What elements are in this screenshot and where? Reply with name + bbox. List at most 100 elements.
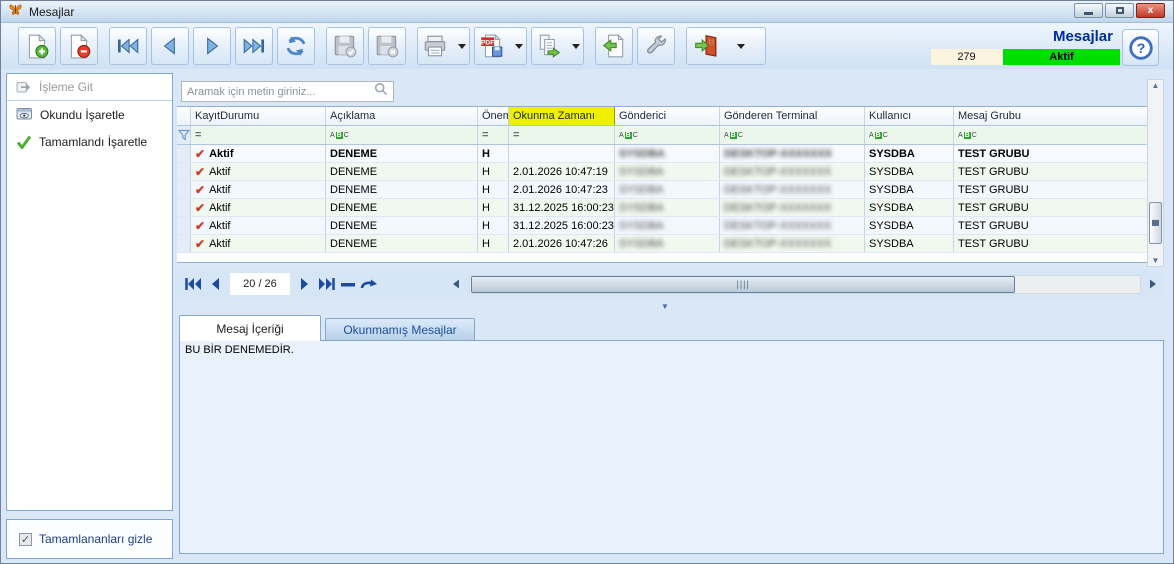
row-gutter bbox=[177, 235, 191, 252]
message-content-panel[interactable]: BU BİR DENEMEDİR. bbox=[179, 340, 1164, 554]
exit-dropdown-arrow-icon[interactable] bbox=[737, 44, 745, 49]
message-content-text: BU BİR DENEMEDİR. bbox=[185, 344, 294, 356]
column-header-message_group[interactable]: Mesaj Grubu bbox=[954, 107, 1147, 125]
table-row[interactable]: ✔AktifDENEMEH2.01.2026 10:47:19SYSDBADES… bbox=[177, 163, 1147, 181]
minimize-button[interactable] bbox=[1074, 3, 1103, 18]
row-gutter bbox=[177, 145, 191, 162]
column-header-sender[interactable]: Gönderici bbox=[615, 107, 720, 125]
column-header-user[interactable]: Kullanıcı bbox=[865, 107, 954, 125]
previous-record-button[interactable] bbox=[151, 27, 189, 65]
active-check-icon: ✔ bbox=[195, 183, 205, 197]
cancel-save-button bbox=[368, 27, 406, 65]
cell-read_time: 2.01.2026 10:47:23 bbox=[509, 181, 615, 198]
pager-previous-button[interactable] bbox=[204, 273, 225, 295]
pager-next-button[interactable] bbox=[294, 273, 315, 295]
close-button[interactable]: x bbox=[1136, 3, 1165, 18]
last-record-button[interactable] bbox=[235, 27, 273, 65]
column-header-description[interactable]: Açıklama bbox=[326, 107, 478, 125]
sidebar-item-tamamlandi-isaretle[interactable]: Tamamlandı İşaretle bbox=[7, 128, 172, 155]
search-input[interactable] bbox=[182, 86, 374, 98]
table-row[interactable]: ✔AktifDENEMEH2.01.2026 10:47:23SYSDBADES… bbox=[177, 181, 1147, 199]
cell-user: SYSDBA bbox=[865, 235, 954, 252]
pdf-dropdown-arrow-icon[interactable] bbox=[515, 44, 523, 49]
add-record-button[interactable] bbox=[18, 27, 56, 65]
text-filter-icon[interactable]: ABC bbox=[330, 132, 349, 139]
cell-description: DENEME bbox=[326, 217, 478, 234]
vertical-scroll-thumb[interactable]: ▬▬▬ bbox=[1149, 202, 1162, 244]
horizontal-scroll-thumb[interactable]: |||| bbox=[471, 276, 1015, 293]
hscroll-left-icon[interactable] bbox=[446, 273, 467, 295]
table-row[interactable]: ✔AktifDENEMEH31.12.2025 16:00:23SYSDBADE… bbox=[177, 217, 1147, 235]
pager-first-button[interactable] bbox=[183, 273, 204, 295]
exit-button[interactable] bbox=[686, 27, 766, 65]
cell-user: SYSDBA bbox=[865, 181, 954, 198]
filter-gutter[interactable] bbox=[177, 126, 191, 144]
window-controls: x bbox=[1074, 3, 1165, 18]
text-filter-icon[interactable]: ABC bbox=[724, 132, 743, 139]
filter-cell-description[interactable]: ABC bbox=[326, 126, 478, 144]
equals-filter-icon[interactable]: = bbox=[513, 129, 518, 141]
tab-okunmamis-mesajlar[interactable]: Okunmamış Mesajlar bbox=[325, 318, 475, 341]
filter-cell-user[interactable]: ABC bbox=[865, 126, 954, 144]
hide-completed-checkbox[interactable]: ✓ bbox=[19, 533, 32, 546]
print-dropdown-arrow-icon[interactable] bbox=[458, 44, 466, 49]
search-icon[interactable] bbox=[374, 82, 388, 101]
settings-button[interactable] bbox=[637, 27, 675, 65]
pdf-icon: PDF bbox=[479, 33, 505, 59]
filter-cell-sender_terminal[interactable]: ABC bbox=[720, 126, 865, 144]
pager-last-button[interactable] bbox=[316, 273, 337, 295]
filter-cell-message_group[interactable]: ABC bbox=[954, 126, 1147, 144]
filter-cell-sender[interactable]: ABC bbox=[615, 126, 720, 144]
sidebar: İşleme Git Okundu İşaretle Tamamlandı İş… bbox=[6, 73, 173, 511]
hide-completed-panel[interactable]: ✓ Tamamlananları gizle bbox=[6, 519, 173, 559]
print-button[interactable] bbox=[417, 27, 470, 65]
cell-priority: H bbox=[478, 199, 509, 216]
text-filter-icon[interactable]: ABC bbox=[958, 132, 977, 139]
cell-read_time bbox=[509, 145, 615, 162]
first-record-button[interactable] bbox=[109, 27, 147, 65]
grid-body: ✔AktifDENEMEHSYSDBADESKTOP-XXXXXXXSYSDBA… bbox=[177, 145, 1147, 253]
column-header-read_time[interactable]: Okunma Zamanı bbox=[509, 107, 615, 125]
sidebar-item-okundu-isaretle[interactable]: Okundu İşaretle bbox=[7, 101, 172, 128]
table-row[interactable]: ✔AktifDENEMEH31.12.2025 16:00:23SYSDBADE… bbox=[177, 199, 1147, 217]
equals-filter-icon[interactable]: = bbox=[195, 129, 200, 141]
export-pdf-button[interactable]: PDF bbox=[474, 27, 527, 65]
splitter-collapse-icon[interactable]: ▼ bbox=[661, 302, 669, 311]
pager-delete-button[interactable] bbox=[337, 273, 358, 295]
refresh-button[interactable] bbox=[277, 27, 315, 65]
column-header-status[interactable]: KayıtDurumu bbox=[191, 107, 326, 125]
equals-filter-icon[interactable]: = bbox=[482, 129, 487, 141]
header-gutter bbox=[177, 107, 191, 125]
cell-read_time: 31.12.2025 16:00:23 bbox=[509, 217, 615, 234]
cell-sender_terminal: DESKTOP-XXXXXXX bbox=[720, 199, 865, 216]
filter-cell-read_time[interactable]: = bbox=[509, 126, 615, 144]
cell-status: ✔Aktif bbox=[191, 199, 326, 216]
filter-cell-status[interactable]: = bbox=[191, 126, 326, 144]
scroll-down-icon[interactable]: ▼ bbox=[1148, 256, 1163, 265]
horizontal-scrollbar[interactable]: |||| bbox=[469, 275, 1140, 294]
cell-status: ✔Aktif bbox=[191, 235, 326, 252]
maximize-button[interactable] bbox=[1105, 3, 1134, 18]
cell-message_group: TEST GRUBU bbox=[954, 163, 1147, 180]
text-filter-icon[interactable]: ABC bbox=[869, 132, 888, 139]
copy-button[interactable] bbox=[531, 27, 584, 65]
cell-description: DENEME bbox=[326, 235, 478, 252]
cell-sender: SYSDBA bbox=[615, 199, 720, 216]
next-record-button[interactable] bbox=[193, 27, 231, 65]
delete-record-button[interactable] bbox=[60, 27, 98, 65]
column-header-sender_terminal[interactable]: Gönderen Terminal bbox=[720, 107, 865, 125]
pager-refresh-button[interactable] bbox=[358, 273, 379, 295]
hscroll-right-icon[interactable] bbox=[1143, 273, 1164, 295]
filter-cell-priority[interactable]: = bbox=[478, 126, 509, 144]
grid-vertical-scrollbar[interactable]: ▲ ▬▬▬ ▼ bbox=[1147, 79, 1164, 267]
text-filter-icon[interactable]: ABC bbox=[619, 132, 638, 139]
table-row[interactable]: ✔AktifDENEMEHSYSDBADESKTOP-XXXXXXXSYSDBA… bbox=[177, 145, 1147, 163]
tab-mesaj-icerigi[interactable]: Mesaj İçeriği bbox=[179, 315, 321, 341]
column-header-priority[interactable]: Önem bbox=[478, 107, 509, 125]
scroll-up-icon[interactable]: ▲ bbox=[1148, 81, 1163, 90]
table-row[interactable]: ✔AktifDENEMEH2.01.2026 10:47:26SYSDBADES… bbox=[177, 235, 1147, 253]
import-button[interactable] bbox=[595, 27, 633, 65]
copy-dropdown-arrow-icon[interactable] bbox=[572, 44, 580, 49]
printer-icon bbox=[422, 33, 448, 59]
help-button[interactable]: ? bbox=[1122, 29, 1159, 66]
